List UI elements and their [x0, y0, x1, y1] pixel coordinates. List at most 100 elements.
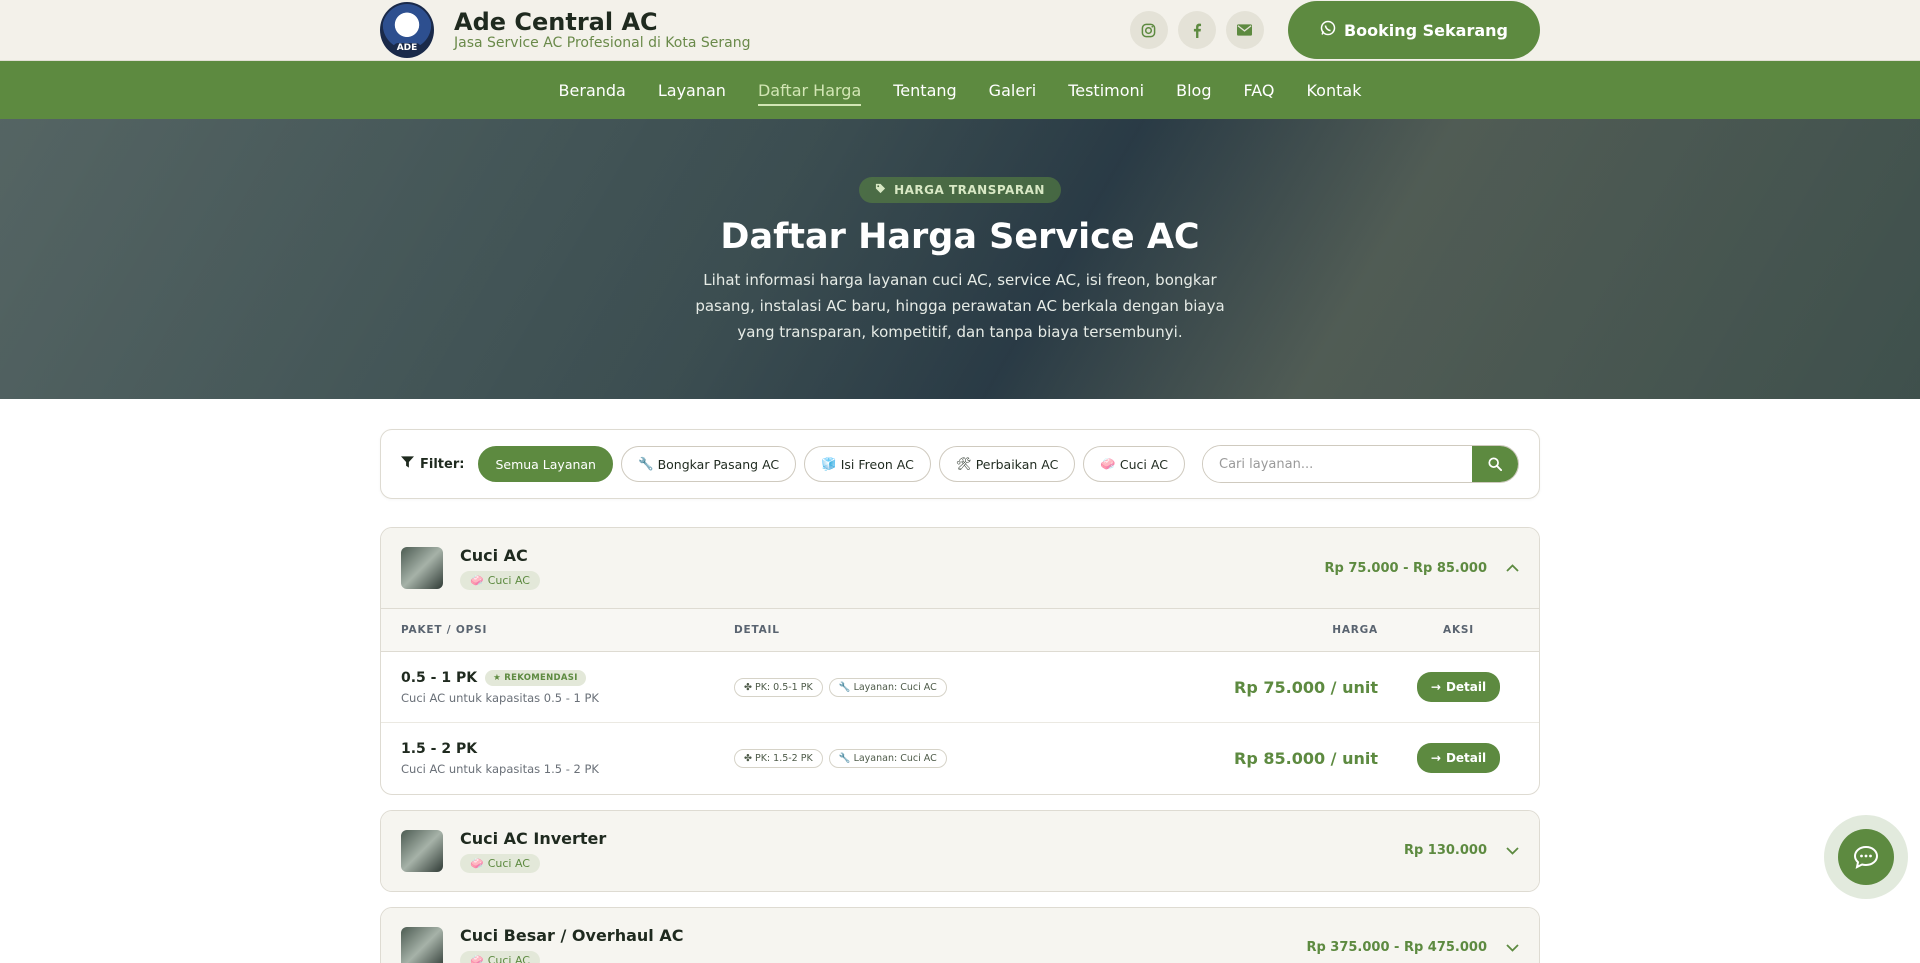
- service-thumbnail: [401, 926, 443, 963]
- email-icon[interactable]: [1225, 11, 1264, 49]
- category-label: Cuci AC: [487, 574, 530, 587]
- col-header-harga: HARGA: [1234, 608, 1378, 652]
- option-description: Cuci AC untuk kapasitas 0.5 - 1 PK: [401, 690, 599, 705]
- chip-label: Isi Freon AC: [840, 456, 914, 472]
- recommended-badge: ★ REKOMENDASI: [485, 669, 586, 686]
- service-title: Cuci Besar / Overhaul AC: [460, 925, 684, 945]
- main-content: Filter: Semua Layanan 🔧 Bongkar Pasang A…: [380, 429, 1540, 963]
- chip-label: Bongkar Pasang AC: [657, 456, 780, 472]
- col-header-paket: PAKET / OPSI: [381, 608, 734, 652]
- search-box: [1202, 445, 1519, 483]
- star-icon: ★: [493, 672, 502, 683]
- search-input[interactable]: [1203, 446, 1472, 482]
- brand-name[interactable]: Ade Central AC: [454, 9, 750, 35]
- detail-button[interactable]: → Detail: [1416, 743, 1501, 774]
- booking-label: Booking Sekarang: [1343, 20, 1508, 40]
- detail-button-label: Detail: [1445, 680, 1487, 694]
- detail-button[interactable]: → Detail: [1416, 672, 1501, 702]
- category-label: Cuci AC: [487, 856, 530, 870]
- filter-label-text: Filter:: [420, 456, 465, 472]
- nav-item-blog[interactable]: Blog: [1176, 75, 1211, 106]
- service-card-header[interactable]: Cuci AC Inverter 🧼 Cuci AC Rp 130.000: [381, 810, 1539, 891]
- search-button[interactable]: [1472, 446, 1518, 482]
- table-row: 0.5 - 1 PK ★ REKOMENDASI Cuci AC untuk k…: [381, 651, 1539, 723]
- filter-chip-cuci[interactable]: 🧼 Cuci AC: [1083, 446, 1185, 482]
- price-range: Rp 130.000: [1403, 843, 1487, 858]
- arrow-right-icon: →: [1430, 751, 1441, 766]
- nav-item-galeri[interactable]: Galeri: [989, 75, 1037, 106]
- filter-icon: [401, 456, 414, 472]
- nav-item-daftar-harga[interactable]: Daftar Harga: [757, 75, 862, 106]
- detail-tag: 🔧 Layanan: Cuci AC: [828, 677, 947, 697]
- brand: Ade Central AC Jasa Service AC Profesion…: [454, 9, 750, 51]
- service-card-header[interactable]: Cuci Besar / Overhaul AC 🧼 Cuci AC Rp 37…: [381, 907, 1539, 963]
- detail-tag-label: Layanan: Cuci AC: [853, 752, 937, 764]
- service-thumbnail: [401, 547, 443, 589]
- detail-tag: 🔧 Layanan: Cuci AC: [828, 748, 947, 768]
- hero-badge-text: HARGA TRANSPARAN: [894, 183, 1045, 197]
- nav-item-faq[interactable]: FAQ: [1243, 75, 1274, 106]
- social-links: [1129, 11, 1264, 49]
- filter-chip-bongkar-pasang[interactable]: 🔧 Bongkar Pasang AC: [620, 446, 797, 482]
- filter-label: Filter:: [401, 456, 464, 472]
- price-range: Rp 375.000 - Rp 475.000: [1306, 940, 1487, 955]
- filter-chip-isi-freon[interactable]: 🧊 Isi Freon AC: [804, 446, 931, 482]
- detail-button-label: Detail: [1445, 751, 1487, 766]
- col-header-detail: DETAIL: [734, 608, 1234, 652]
- hero-section: HARGA TRANSPARAN Daftar Harga Service AC…: [0, 119, 1920, 399]
- soap-icon: 🧼: [1100, 456, 1116, 471]
- top-header: ADE Ade Central AC Jasa Service AC Profe…: [0, 0, 1920, 61]
- chevron-up-icon[interactable]: [1505, 561, 1519, 575]
- brand-logo[interactable]: ADE: [380, 2, 434, 58]
- option-price: Rp 85.000 / unit: [1234, 748, 1378, 768]
- option-name: 1.5 - 2 PK: [401, 740, 478, 757]
- wrench-icon: 🔧: [838, 681, 851, 693]
- booking-button[interactable]: Booking Sekarang: [1287, 1, 1540, 59]
- snowflake-icon: ✤: [744, 752, 752, 764]
- chat-bubble-icon: [1853, 845, 1879, 869]
- wrench-icon: 🔧: [838, 752, 851, 764]
- wrench-icon: 🔧: [637, 456, 654, 471]
- option-description: Cuci AC untuk kapasitas 1.5 - 2 PK: [401, 761, 599, 776]
- filter-chip-perbaikan[interactable]: 🛠 Perbaikan AC: [938, 446, 1076, 482]
- soap-icon: 🧼: [470, 856, 484, 870]
- service-card: Cuci AC 🧼 Cuci AC Rp 75.000 - Rp 85.000 …: [380, 527, 1540, 795]
- service-title: Cuci AC Inverter: [460, 828, 607, 848]
- category-tag: 🧼 Cuci AC: [460, 571, 540, 590]
- col-header-aksi: AKSI: [1377, 608, 1539, 652]
- ice-cube-icon: 🧊: [821, 456, 837, 471]
- detail-tag-label: PK: 1.5-2 PK: [754, 752, 813, 764]
- category-tag: 🧼 Cuci AC: [460, 853, 540, 873]
- detail-tag-label: PK: 0.5-1 PK: [754, 681, 813, 693]
- service-card-header[interactable]: Cuci AC 🧼 Cuci AC Rp 75.000 - Rp 85.000: [381, 528, 1539, 608]
- service-card: Cuci Besar / Overhaul AC 🧼 Cuci AC Rp 37…: [380, 906, 1540, 963]
- chevron-down-icon[interactable]: [1505, 941, 1519, 955]
- nav-item-testimoni[interactable]: Testimoni: [1068, 75, 1144, 106]
- soap-icon: 🧼: [470, 574, 484, 587]
- price-range: Rp 75.000 - Rp 85.000: [1324, 560, 1487, 576]
- arrow-right-icon: →: [1430, 680, 1441, 694]
- logo-text: ADE: [392, 43, 422, 53]
- main-nav: Beranda Layanan Daftar Harga Tentang Gal…: [0, 61, 1920, 119]
- chat-button[interactable]: [1838, 829, 1894, 885]
- instagram-icon[interactable]: [1129, 11, 1168, 49]
- nav-item-layanan[interactable]: Layanan: [658, 75, 726, 106]
- nav-item-kontak[interactable]: Kontak: [1306, 75, 1361, 106]
- filter-bar: Filter: Semua Layanan 🔧 Bongkar Pasang A…: [380, 429, 1540, 499]
- detail-tag: ✤ PK: 0.5-1 PK: [734, 677, 823, 697]
- chevron-down-icon[interactable]: [1505, 844, 1519, 858]
- nav-item-beranda[interactable]: Beranda: [559, 75, 626, 106]
- whatsapp-icon: [1320, 20, 1336, 40]
- chip-label: Cuci AC: [1119, 456, 1168, 472]
- recommended-label: REKOMENDASI: [504, 672, 578, 683]
- table-header-row: PAKET / OPSI DETAIL HARGA AKSI: [381, 608, 1539, 652]
- tag-icon: [875, 183, 886, 197]
- brand-tagline: Jasa Service AC Profesional di Kota Sera…: [454, 35, 751, 51]
- nav-item-tentang[interactable]: Tentang: [893, 75, 956, 106]
- facebook-icon[interactable]: [1177, 11, 1216, 49]
- filter-chip-semua[interactable]: Semua Layanan: [478, 446, 613, 482]
- table-row: 1.5 - 2 PK Cuci AC untuk kapasitas 1.5 -…: [381, 723, 1539, 794]
- category-tag: 🧼 Cuci AC: [460, 950, 540, 963]
- chip-label: Semua Layanan: [495, 456, 596, 472]
- page-title: Daftar Harga Service AC: [720, 217, 1200, 257]
